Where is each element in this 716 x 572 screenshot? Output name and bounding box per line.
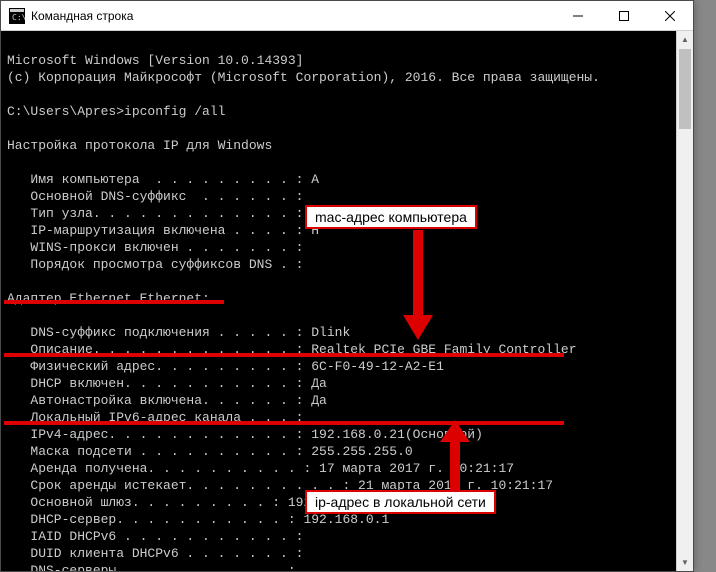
console-section: Настройка протокола IP для Windows (7, 138, 272, 153)
annotation-ip-label: ip-адрес в локальной сети (305, 490, 496, 514)
console-line: IPv4-адрес. . . . . . . . . . . . : 192.… (7, 427, 483, 442)
console-line: DUID клиента DHCPv6 . . . . . . . : (7, 546, 303, 561)
arrow-to-ip (435, 420, 475, 498)
vertical-scrollbar[interactable]: ▲ ▼ (676, 31, 693, 571)
annotation-mac-label: mac-адрес компьютера (305, 205, 477, 229)
console-line: DNS-суффикс подключения . . . . . : Dlin… (7, 325, 350, 340)
command-prompt-window: C:\ Командная строка Microsoft Windows [… (0, 0, 694, 572)
svg-text:C:\: C:\ (12, 13, 25, 22)
console-line: Физический адрес. . . . . . . . . : 6C-F… (7, 359, 444, 374)
console-line: Маска подсети . . . . . . . . . . : 255.… (7, 444, 413, 459)
console-line: IP-маршрутизация включена . . . . : Н (7, 223, 319, 238)
cmd-icon: C:\ (9, 8, 25, 24)
console-line: DHCP-сервер. . . . . . . . . . . : 192.1… (7, 512, 389, 527)
minimize-button[interactable] (555, 1, 601, 30)
console-line: (c) Корпорация Майкрософт (Microsoft Cor… (7, 70, 600, 85)
underline-adapter-header (4, 300, 224, 306)
console-line: Автонастройка включена. . . . . . : Да (7, 393, 327, 408)
scroll-up-button[interactable]: ▲ (677, 31, 693, 48)
console-line: WINS-прокси включен . . . . . . . : (7, 240, 303, 255)
console-line: DHCP включен. . . . . . . . . . . : Да (7, 376, 327, 391)
console-line: DNS-серверы. . . . . . . . . . . : (7, 563, 296, 571)
console-line: Microsoft Windows [Version 10.0.14393] (7, 53, 303, 68)
console-line: Тип узла. . . . . . . . . . . . . : Г (7, 206, 319, 221)
arrow-to-mac (398, 230, 438, 340)
close-button[interactable] (647, 1, 693, 30)
console-prompt: C:\Users\Apres>ipconfig /all (7, 104, 225, 119)
underline-physical-address (4, 353, 564, 359)
console-line: IAID DHCPv6 . . . . . . . . . . . : (7, 529, 303, 544)
window-title: Командная строка (31, 9, 555, 23)
console-line: Имя компьютера . . . . . . . . . : A (7, 172, 319, 187)
scroll-down-button[interactable]: ▼ (677, 554, 693, 571)
console-line: Порядок просмотра суффиксов DNS . : (7, 257, 303, 272)
console-line: Основной DNS-суффикс . . . . . . : (7, 189, 303, 204)
titlebar[interactable]: C:\ Командная строка (1, 1, 693, 31)
scroll-thumb[interactable] (679, 49, 691, 129)
window-controls (555, 1, 693, 30)
maximize-button[interactable] (601, 1, 647, 30)
underline-ipv4-address (4, 421, 564, 427)
